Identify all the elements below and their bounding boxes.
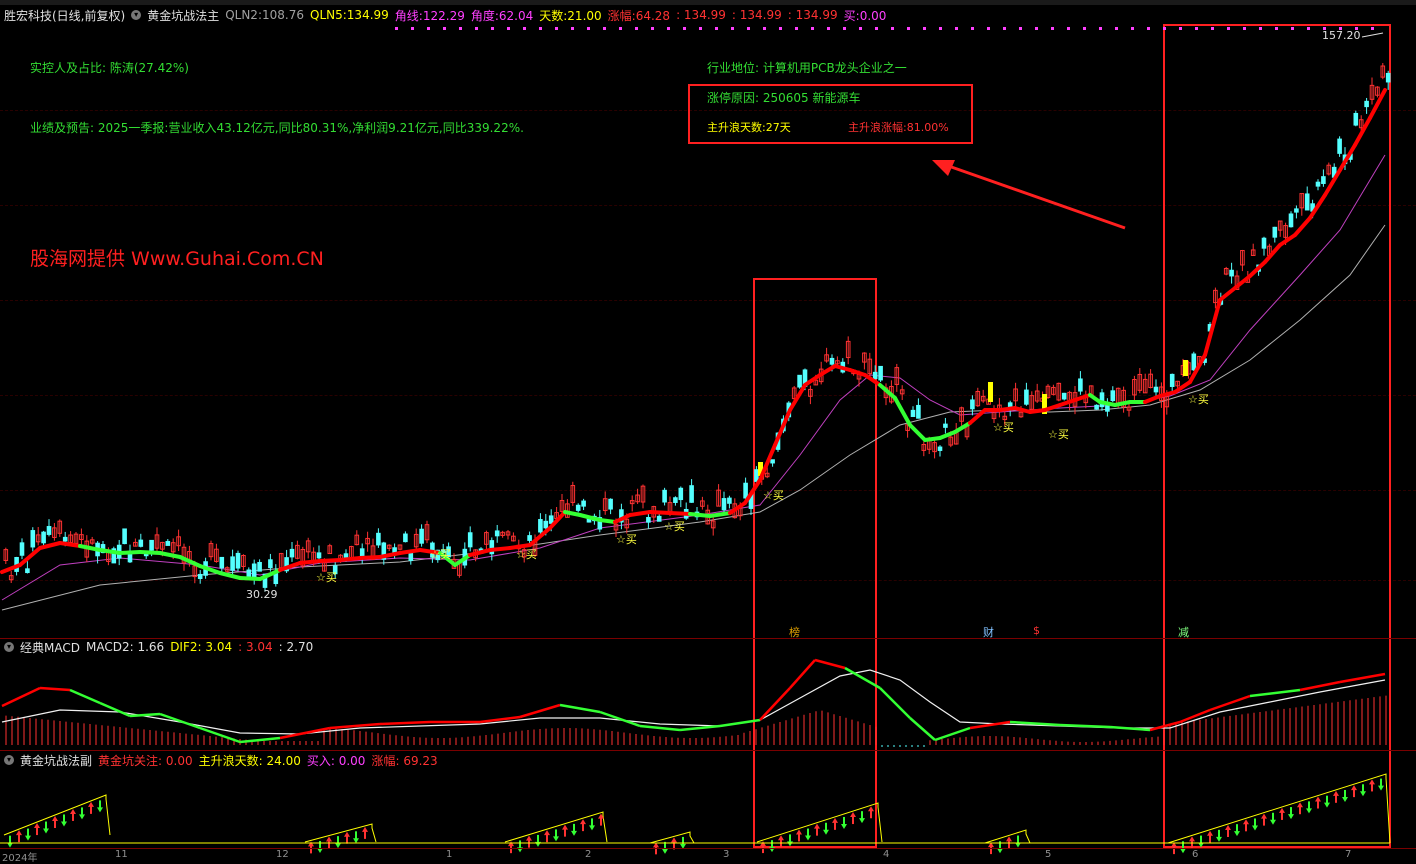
signal-arrow-head <box>1225 825 1231 831</box>
signal-arrow-head <box>1207 830 1213 836</box>
signal-arrow-head <box>1216 836 1222 842</box>
signal-arrow-head <box>1297 802 1303 808</box>
signal-arrow-head <box>1252 825 1258 831</box>
signal-arrow-head <box>1180 848 1186 854</box>
signal-arrow-head <box>1342 796 1348 802</box>
signal-arrow-head <box>1234 831 1240 837</box>
signal-arrow-head <box>34 823 40 829</box>
wave-outline <box>3 794 111 836</box>
signal-arrow-head <box>850 812 856 818</box>
signal-arrow-head <box>589 825 595 831</box>
signal-arrow-head <box>508 841 514 847</box>
signal-arrow-head <box>671 837 677 843</box>
signal-arrow-head <box>1324 802 1330 808</box>
signal-arrow-head <box>1333 790 1339 796</box>
signal-arrow-head <box>662 848 668 854</box>
signal-arrow-head <box>544 830 550 836</box>
wave-outline <box>1167 773 1391 844</box>
x-axis-line <box>0 848 1416 849</box>
signal-arrow-head <box>88 801 94 807</box>
signal-arrow-head <box>1270 819 1276 825</box>
signal-arrow-head <box>1243 819 1249 825</box>
signal-arrow-head <box>1378 785 1384 791</box>
signal-arrow-head <box>580 819 586 825</box>
signal-arrow-head <box>362 826 368 832</box>
x-axis-label: 7 <box>1345 849 1352 860</box>
signal-arrow-head <box>326 836 332 842</box>
signal-arrow-head <box>841 823 847 829</box>
signal-arrow-head <box>787 841 793 847</box>
x-axis-label: 2024年 <box>2 853 38 864</box>
signal-arrow-head <box>1306 808 1312 814</box>
signal-arrow-head <box>868 806 874 812</box>
signal-arrow-head <box>823 829 829 835</box>
signal-arrow-head <box>796 829 802 835</box>
signal-arrow-head <box>562 824 568 830</box>
x-axis-label: 5 <box>1045 849 1052 860</box>
signal-arrow-head <box>1279 807 1285 813</box>
signal-arrow-head <box>1261 813 1267 819</box>
signal-arrow-head <box>1360 791 1366 797</box>
x-axis-label: 12 <box>276 849 289 860</box>
x-axis-label: 4 <box>883 849 890 860</box>
signal-arrow-head <box>814 823 820 829</box>
signal-arrow-head <box>1351 785 1357 791</box>
signal-arrow-head <box>308 841 314 847</box>
signal-arrow-head <box>805 835 811 841</box>
signal-arrow-head <box>1288 814 1294 820</box>
signal-arrow-head <box>571 830 577 836</box>
signal-arrow-head <box>1315 796 1321 802</box>
x-axis-label: 3 <box>723 849 730 860</box>
signal-arrow-head <box>760 841 766 847</box>
signal-arrow-head <box>1189 836 1195 842</box>
signal-arrow-head <box>1006 836 1012 842</box>
signal-arrow-head <box>52 816 58 821</box>
wave-outline <box>756 802 883 843</box>
signal-arrow-head <box>25 835 31 841</box>
signal-arrow-head <box>61 821 67 827</box>
signal-arrow-head <box>859 818 865 824</box>
signal-arrow-head <box>1369 779 1375 785</box>
sub-chart <box>0 773 1391 855</box>
signal-arrow-head <box>778 835 784 841</box>
signal-arrow-head <box>16 830 22 836</box>
signal-arrow-head <box>832 817 838 823</box>
x-axis-label: 6 <box>1192 849 1199 860</box>
signal-arrow-head <box>97 807 103 813</box>
signal-arrow-head <box>344 831 350 837</box>
signal-arrow-head <box>70 808 76 814</box>
signal-arrow-head <box>553 836 559 842</box>
signal-arrow-head <box>79 814 85 820</box>
x-axis-label: 1 <box>446 849 453 860</box>
x-axis-label: 11 <box>115 849 128 860</box>
x-axis-label: 2 <box>585 849 592 860</box>
signal-arrow-head <box>43 828 49 834</box>
signal-arrow-head <box>526 835 532 841</box>
